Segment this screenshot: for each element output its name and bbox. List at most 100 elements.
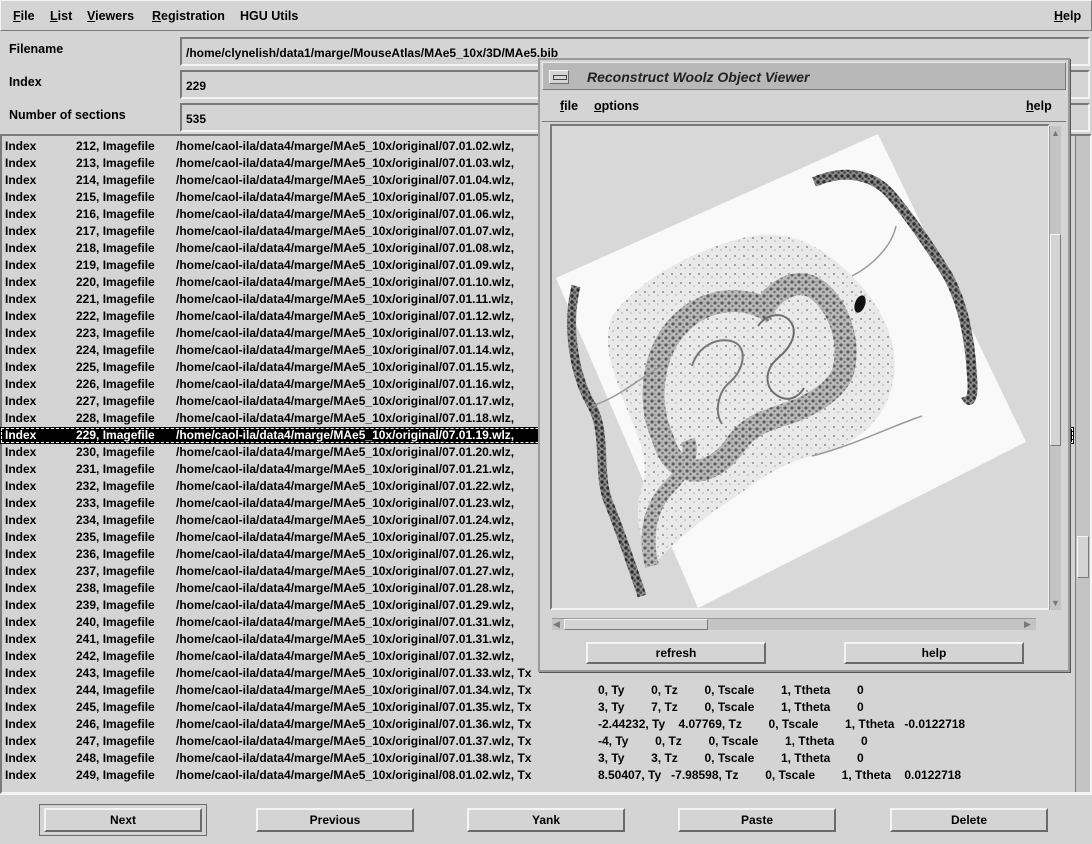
viewer-menu-help[interactable]: help <box>1026 99 1052 113</box>
table-row[interactable]: Index 244, Imagefile/home/caol-ila/data4/… <box>0 682 1074 699</box>
row-number: 219, Imagefile <box>76 258 155 272</box>
row-number: 243, Imagefile <box>76 666 155 680</box>
viewer-title: Reconstruct Woolz Object Viewer <box>587 69 810 85</box>
previous-button[interactable]: Previous <box>256 808 414 832</box>
table-row[interactable]: Index 249, Imagefile/home/caol-ila/data4/… <box>0 767 1074 784</box>
row-number: 215, Imagefile <box>76 190 155 204</box>
row-label: Index <box>5 513 37 527</box>
window-menu-icon[interactable] <box>549 70 569 84</box>
row-number: 221, Imagefile <box>76 292 155 306</box>
filename-label: Filename <box>9 42 64 56</box>
row-label: Index <box>5 700 37 714</box>
viewer-titlebar[interactable]: Reconstruct Woolz Object Viewer <box>542 62 1066 90</box>
menu-registration[interactable]: Registration <box>152 9 225 23</box>
row-path: /home/caol-ila/data4/marge/MAe5_10x/orig… <box>176 241 515 255</box>
delete-button[interactable]: Delete <box>890 808 1048 832</box>
row-label: Index <box>5 564 37 578</box>
row-number: 224, Imagefile <box>76 343 155 357</box>
row-label: Index <box>5 547 37 561</box>
row-label: Index <box>5 530 37 544</box>
menu-file[interactable]: File <box>13 9 35 23</box>
row-path: /home/caol-ila/data4/marge/MAe5_10x/orig… <box>176 717 532 731</box>
row-label: Index <box>5 479 37 493</box>
row-label: Index <box>5 751 37 765</box>
list-scrollbar-thumb[interactable] <box>1077 536 1089 578</box>
menu-hgu-utils[interactable]: HGU Utils <box>240 9 298 23</box>
woolz-viewer-window[interactable]: Reconstruct Woolz Object Viewer file opt… <box>538 58 1070 672</box>
next-button[interactable]: Next <box>44 808 202 832</box>
arrow-left-icon[interactable]: ◀ <box>553 619 560 629</box>
menu-viewers[interactable]: Viewers <box>87 9 134 23</box>
yank-button[interactable]: Yank <box>467 808 625 832</box>
row-path: /home/caol-ila/data4/marge/MAe5_10x/orig… <box>176 428 515 442</box>
row-label: Index <box>5 768 37 782</box>
row-label: Index <box>5 292 37 306</box>
row-label: Index <box>5 462 37 476</box>
menu-list[interactable]: List <box>50 9 72 23</box>
row-transform: 3, Ty 3, Tz 0, Tscale 1, Ttheta 0 <box>598 751 864 765</box>
index-label: Index <box>9 75 42 89</box>
row-label: Index <box>5 326 37 340</box>
row-path: /home/caol-ila/data4/marge/MAe5_10x/orig… <box>176 360 515 374</box>
canvas-hscrollbar-thumb[interactable] <box>564 619 708 630</box>
row-path: /home/caol-ila/data4/marge/MAe5_10x/orig… <box>176 530 515 544</box>
row-path: /home/caol-ila/data4/marge/MAe5_10x/orig… <box>176 411 515 425</box>
row-number: 220, Imagefile <box>76 275 155 289</box>
row-label: Index <box>5 190 37 204</box>
row-label: Index <box>5 649 37 663</box>
row-path: /home/caol-ila/data4/marge/MAe5_10x/orig… <box>176 173 515 187</box>
row-path: /home/caol-ila/data4/marge/MAe5_10x/orig… <box>176 547 515 561</box>
row-number: 226, Imagefile <box>76 377 155 391</box>
arrow-right-icon[interactable]: ▶ <box>1024 619 1031 629</box>
row-label: Index <box>5 496 37 510</box>
arrow-up-icon[interactable]: ▲ <box>1051 128 1060 138</box>
row-path: /home/caol-ila/data4/marge/MAe5_10x/orig… <box>176 258 515 272</box>
row-transform: -4, Ty 0, Tz 0, Tscale 1, Ttheta 0 <box>598 734 868 748</box>
row-path: /home/caol-ila/data4/marge/MAe5_10x/orig… <box>176 377 515 391</box>
menubar: File List Viewers Registration HGU Utils… <box>0 0 1092 31</box>
row-label: Index <box>5 360 37 374</box>
row-path: /home/caol-ila/data4/marge/MAe5_10x/orig… <box>176 445 515 459</box>
row-label: Index <box>5 377 37 391</box>
sections-label: Number of sections <box>9 108 126 122</box>
row-label: Index <box>5 632 37 646</box>
refresh-button[interactable]: refresh <box>586 642 766 664</box>
row-label: Index <box>5 241 37 255</box>
paste-button[interactable]: Paste <box>678 808 836 832</box>
row-label: Index <box>5 717 37 731</box>
viewer-menu-file[interactable]: file <box>560 99 578 113</box>
viewer-help-button[interactable]: help <box>844 642 1024 664</box>
tissue-section-image <box>556 134 1026 608</box>
menu-help[interactable]: Help <box>1054 9 1081 23</box>
table-row[interactable]: Index 245, Imagefile/home/caol-ila/data4/… <box>0 699 1074 716</box>
row-path: /home/caol-ila/data4/marge/MAe5_10x/orig… <box>176 751 532 765</box>
row-label: Index <box>5 445 37 459</box>
row-path: /home/caol-ila/data4/marge/MAe5_10x/orig… <box>176 343 515 357</box>
list-scrollbar[interactable] <box>1075 136 1090 792</box>
row-number: 248, Imagefile <box>76 751 155 765</box>
row-number: 227, Imagefile <box>76 394 155 408</box>
row-number: 238, Imagefile <box>76 581 155 595</box>
row-number: 218, Imagefile <box>76 241 155 255</box>
row-label: Index <box>5 428 37 442</box>
row-path: /home/caol-ila/data4/marge/MAe5_10x/orig… <box>176 632 515 646</box>
table-row[interactable]: Index 247, Imagefile/home/caol-ila/data4/… <box>0 733 1074 750</box>
row-path: /home/caol-ila/data4/marge/MAe5_10x/orig… <box>176 768 532 782</box>
canvas-vscrollbar[interactable]: ▲ ▼ <box>1049 126 1061 610</box>
row-path: /home/caol-ila/data4/marge/MAe5_10x/orig… <box>176 309 515 323</box>
viewer-menubar: file options help <box>542 92 1066 122</box>
row-path: /home/caol-ila/data4/marge/MAe5_10x/orig… <box>176 513 515 527</box>
canvas-hscrollbar[interactable]: ◀ ▶ <box>552 618 1036 630</box>
image-canvas[interactable] <box>550 124 1050 610</box>
row-number: 241, Imagefile <box>76 632 155 646</box>
canvas-vscrollbar-thumb[interactable] <box>1050 234 1061 446</box>
row-transform: -2.44232, Ty 4.07769, Tz 0, Tscale 1, Tt… <box>598 717 966 731</box>
row-number: 212, Imagefile <box>76 139 155 153</box>
row-label: Index <box>5 309 37 323</box>
row-number: 213, Imagefile <box>76 156 155 170</box>
viewer-menu-options[interactable]: options <box>594 99 639 113</box>
table-row[interactable]: Index 248, Imagefile/home/caol-ila/data4/… <box>0 750 1074 767</box>
table-row[interactable]: Index 246, Imagefile/home/caol-ila/data4/… <box>0 716 1074 733</box>
row-path: /home/caol-ila/data4/marge/MAe5_10x/orig… <box>176 700 532 714</box>
arrow-down-icon[interactable]: ▼ <box>1051 598 1060 608</box>
